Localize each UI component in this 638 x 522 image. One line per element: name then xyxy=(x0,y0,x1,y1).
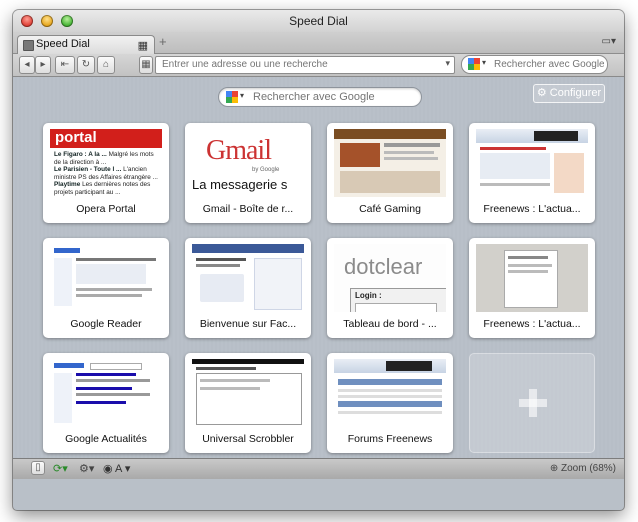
tile-thumbnail: Gmail by Google La messagerie s xyxy=(192,129,304,197)
navigation-toolbar: ◂ ▸ ⇤ ↻ ⌂ ▦ ▾ ▾ xyxy=(13,54,624,77)
search-box[interactable]: ▾ xyxy=(461,55,608,74)
chevron-down-icon[interactable]: ▾ xyxy=(445,58,450,69)
home-icon[interactable]: ⌂ xyxy=(97,56,115,74)
tile-label: Forums Freenews xyxy=(347,433,433,445)
forward-button[interactable]: ▸ xyxy=(35,56,51,74)
tile-label: Freenews : L'actua... xyxy=(483,203,581,215)
add-speed-dial-tile[interactable] xyxy=(469,353,595,453)
tile-label: Google Actualités xyxy=(65,433,147,445)
configure-button[interactable]: ⚙ Configurer xyxy=(533,84,605,103)
speed-dial-tile-forums-freenews[interactable]: Forums Freenews xyxy=(327,353,453,453)
tab-bar: Speed Dial ▦ + ▭▾ xyxy=(13,32,624,54)
search-engine-chevron-icon[interactable]: ▾ xyxy=(240,91,244,100)
gmail-by-google: by Google xyxy=(252,167,280,173)
title-bar: Speed Dial xyxy=(13,10,624,32)
search-input[interactable] xyxy=(492,58,606,71)
portal-logo: portal xyxy=(55,129,97,146)
tile-thumbnail xyxy=(50,244,162,312)
tile-label: Universal Scrobbler xyxy=(202,433,294,445)
tile-thumbnail xyxy=(50,359,162,427)
panel-toggle-icon[interactable]: ▯ xyxy=(31,461,45,475)
new-tab-button[interactable]: + xyxy=(159,34,167,49)
portal-news-item: Le Parisien - Toute l ... L'ancien minis… xyxy=(54,166,158,181)
reload-icon[interactable]: ↻ xyxy=(77,56,95,74)
dotclear-login-box: Login : xyxy=(350,288,446,312)
tab-speed-dial[interactable]: Speed Dial ▦ xyxy=(17,35,155,54)
tile-label: Opera Portal xyxy=(76,203,136,215)
address-bar[interactable]: ▾ xyxy=(155,56,455,74)
zoom-label: Zoom (68%) xyxy=(560,463,616,474)
magnifier-icon: ⊕ xyxy=(549,463,559,474)
portal-news-item: Le Figaro : A la ... Malgré les mots de … xyxy=(54,151,154,166)
speed-dial-tile-freenews-2[interactable]: Freenews : L'actua... xyxy=(469,238,595,338)
plus-icon xyxy=(519,389,547,417)
speed-dial-grid-icon[interactable]: ▦ xyxy=(139,56,153,74)
tile-thumbnail xyxy=(334,129,446,197)
speed-dial-tile-dotclear[interactable]: dotclear Login : Tableau de bord - ... xyxy=(327,238,453,338)
speed-dial-page: ▾ ⚙ Configurer portal Le Figaro : A la .… xyxy=(13,77,624,458)
tile-label: Freenews : L'actua... xyxy=(483,318,581,330)
tile-thumbnail: portal Le Figaro : A la ... Malgré les m… xyxy=(50,129,162,197)
google-icon xyxy=(468,58,480,70)
google-icon xyxy=(226,91,238,103)
tile-thumbnail xyxy=(476,129,588,197)
address-input[interactable] xyxy=(160,58,434,71)
zoom-indicator[interactable]: ⊕ Zoom (68%) xyxy=(550,463,616,474)
tab-label: Speed Dial xyxy=(36,38,90,50)
dotclear-logo: dotclear xyxy=(344,254,423,279)
back-button[interactable]: ◂ xyxy=(19,56,35,74)
turbo-icon[interactable]: ⟳▾ xyxy=(53,462,68,475)
rewind-button[interactable]: ⇤ xyxy=(55,56,75,74)
speed-dial-tile-facebook[interactable]: Bienvenue sur Fac... xyxy=(185,238,311,338)
speed-dial-tile-google-reader[interactable]: Google Reader xyxy=(43,238,169,338)
tile-label: Tableau de bord - ... xyxy=(343,318,437,330)
tile-label: Bienvenue sur Fac... xyxy=(199,318,297,330)
speed-dial-tile-gmail[interactable]: Gmail by Google La messagerie s Gmail - … xyxy=(185,123,311,223)
tile-thumbnail xyxy=(334,359,446,427)
gmail-tagline: La messagerie s xyxy=(192,177,288,192)
speed-dial-favicon-icon xyxy=(23,40,34,51)
speed-dial-search-box[interactable]: ▾ xyxy=(218,87,422,107)
speed-dial-tile-freenews[interactable]: Freenews : L'actua... xyxy=(469,123,595,223)
speed-dial-search-input[interactable] xyxy=(251,90,420,104)
status-bar: ▯ ⟳▾ ⚙▾ ◉ A ▾ ⊕ Zoom (68%) xyxy=(13,458,624,479)
unite-icon[interactable]: ⚙▾ xyxy=(79,462,94,475)
speed-dial-tile-cafe-gaming[interactable]: Café Gaming xyxy=(327,123,453,223)
grid-icon: ▦ xyxy=(137,40,148,52)
tile-thumbnail xyxy=(192,244,304,312)
tile-thumbnail xyxy=(192,359,304,427)
tile-thumbnail: dotclear Login : xyxy=(334,244,446,312)
tile-label: Café Gaming xyxy=(359,203,421,215)
search-engine-chevron-icon[interactable]: ▾ xyxy=(482,58,486,67)
gmail-logo: Gmail xyxy=(206,135,272,166)
browser-window: Speed Dial Speed Dial ▦ + ▭▾ ◂ ▸ ⇤ ↻ ⌂ ▦… xyxy=(13,10,624,510)
gear-icon: ⚙ xyxy=(536,87,547,99)
dotclear-login-label: Login : xyxy=(355,291,382,300)
tile-label: Google Reader xyxy=(70,318,142,330)
speed-dial-tile-google-news[interactable]: Google Actualités xyxy=(43,353,169,453)
content-blocker-icon[interactable]: ◉ A ▾ xyxy=(103,462,130,475)
configure-label: Configurer xyxy=(549,87,602,99)
speed-dial-tile-opera-portal[interactable]: portal Le Figaro : A la ... Malgré les m… xyxy=(43,123,169,223)
portal-news-item: Playtime Les dernières notes des projets… xyxy=(54,181,151,196)
speed-dial-tile-universal-scrobbler[interactable]: Universal Scrobbler xyxy=(185,353,311,453)
window-title: Speed Dial xyxy=(289,14,348,28)
tab-menu-icon[interactable]: ▭▾ xyxy=(602,36,616,47)
portal-header: portal xyxy=(50,129,162,148)
tile-thumbnail xyxy=(476,244,588,312)
tile-label: Gmail - Boîte de r... xyxy=(202,203,294,215)
